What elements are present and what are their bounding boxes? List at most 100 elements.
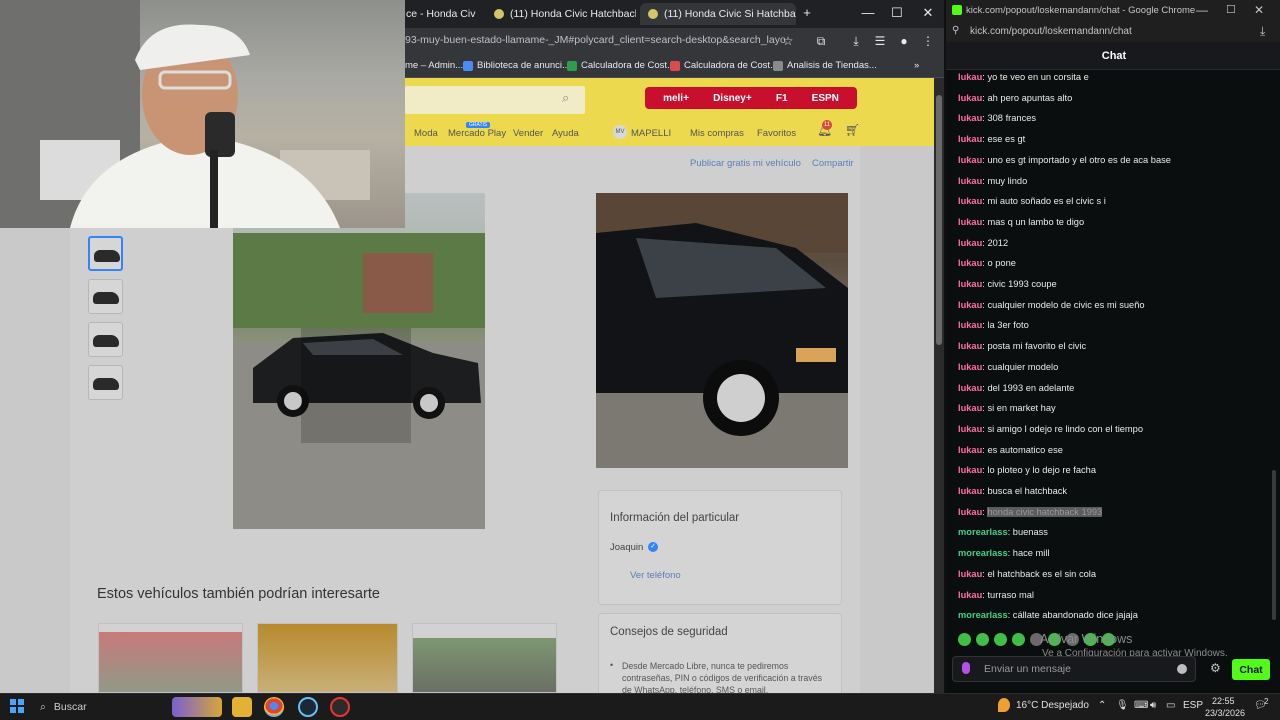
file-explorer-icon[interactable]	[232, 697, 252, 717]
emoji-picker-icon[interactable]	[1177, 664, 1187, 674]
chevron-up-icon[interactable]: ⌃	[1098, 700, 1106, 711]
bookmark-1[interactable]: me – Admin...	[405, 60, 463, 71]
tab-2[interactable]: (11) Honda Civic Hatchback 19 ✕	[486, 3, 636, 25]
chat-username[interactable]: lukau	[958, 507, 982, 517]
chat-username[interactable]: lukau	[958, 93, 982, 103]
chat-username[interactable]: lukau	[958, 279, 982, 289]
similar-card-2[interactable]	[257, 623, 398, 693]
gallery-thumb-2[interactable]	[88, 279, 123, 314]
bookmark-4[interactable]: Calculadora de Cost...	[670, 60, 778, 71]
microphone-icon[interactable]	[962, 662, 970, 674]
maximize-icon[interactable]: ☐	[887, 5, 907, 21]
chat-username[interactable]: lukau	[958, 341, 982, 351]
obs-icon[interactable]	[330, 697, 350, 717]
side-car-photo[interactable]	[596, 193, 848, 468]
chat-username[interactable]: lukau	[958, 569, 982, 579]
chat-minimize-icon[interactable]: —	[1196, 3, 1208, 17]
emote-icon[interactable]	[1012, 633, 1025, 646]
new-tab-icon[interactable]: +	[797, 5, 817, 20]
similar-card-1[interactable]	[98, 623, 243, 693]
chat-download-icon[interactable]: ⤓	[1260, 24, 1265, 39]
gear-icon[interactable]: ⚙	[1210, 661, 1221, 675]
page-scrollbar-thumb[interactable]	[936, 95, 942, 345]
volume-icon[interactable]: 🔊︎	[1150, 700, 1156, 711]
chat-username[interactable]: lukau	[958, 590, 982, 600]
clock-time[interactable]: 22:55	[1212, 696, 1235, 706]
mis-compras-link[interactable]: Mis compras	[690, 128, 744, 139]
nav-moda[interactable]: Moda	[414, 128, 438, 139]
chat-username[interactable]: lukau	[958, 445, 982, 455]
url-field[interactable]: 93-muy-buen-estado-llamame-_JM#polycard_…	[405, 34, 785, 50]
menu-kebab-icon[interactable]: ⋮	[920, 34, 936, 48]
emote-icon[interactable]	[976, 633, 989, 646]
chat-username[interactable]: lukau	[958, 486, 982, 496]
chat-username[interactable]: lukau	[958, 176, 982, 186]
main-car-photo[interactable]	[233, 193, 485, 529]
weather-icon[interactable]	[998, 698, 1010, 712]
chat-username[interactable]: morearlass	[958, 610, 1008, 620]
chat-username[interactable]: lukau	[958, 403, 982, 413]
network-icon[interactable]: ⌨	[1134, 700, 1148, 711]
mic-tray-icon[interactable]: 🎙︎	[1116, 700, 1129, 711]
chat-username[interactable]: lukau	[958, 72, 982, 82]
chat-username[interactable]: lukau	[958, 238, 982, 248]
extensions-icon[interactable]: ⧉	[813, 34, 829, 49]
search-input[interactable]	[405, 86, 585, 114]
ver-telefono-link[interactable]: Ver teléfono	[630, 570, 681, 581]
language-indicator[interactable]: ESP	[1183, 700, 1203, 711]
site-settings-icon[interactable]: ⚲	[952, 25, 959, 36]
download-icon[interactable]: ⤓	[848, 34, 864, 49]
battery-icon[interactable]: ▭	[1166, 700, 1175, 711]
chat-username[interactable]: lukau	[958, 196, 982, 206]
chat-username[interactable]: lukau	[958, 465, 982, 475]
tab-3-active[interactable]: (11) Honda Civic Si Hatchback ✕	[640, 3, 796, 25]
search-highlight-icon[interactable]	[172, 697, 222, 717]
promo-banner[interactable]: meli+ Disney+ F1 ESPN	[645, 87, 857, 109]
chat-username[interactable]: lukau	[958, 300, 982, 310]
close-window-icon[interactable]: ✕	[918, 5, 938, 21]
chat-message-input[interactable]	[984, 662, 1164, 676]
chat-username[interactable]: lukau	[958, 362, 982, 372]
bookmark-star-icon[interactable]: ☆	[780, 34, 796, 48]
bookmark-2[interactable]: Biblioteca de anunci...	[463, 60, 570, 71]
cart-icon[interactable]: 🛒︎	[845, 123, 860, 137]
similar-card-3[interactable]	[412, 623, 557, 693]
weather-text[interactable]: 16°C Despejado	[1016, 700, 1089, 711]
chat-username[interactable]: lukau	[958, 383, 982, 393]
user-menu[interactable]: MAPELLI	[631, 128, 671, 139]
chat-url[interactable]: kick.com/popout/loskemandann/chat	[970, 26, 1132, 37]
publicar-link[interactable]: Publicar gratis mi vehículo	[690, 158, 801, 169]
nav-ayuda[interactable]: Ayuda	[552, 128, 579, 139]
chat-username[interactable]: morearlass	[958, 527, 1008, 537]
bookmark-5[interactable]: Analisis de Tiendas...	[773, 60, 877, 71]
gallery-thumb-1[interactable]	[88, 236, 123, 271]
windows-start-icon[interactable]	[10, 699, 24, 713]
clock-date[interactable]: 23/3/2026	[1205, 708, 1245, 718]
minimize-icon[interactable]: —	[858, 5, 878, 20]
chat-username[interactable]: lukau	[958, 258, 982, 268]
nav-vender[interactable]: Vender	[513, 128, 543, 139]
chat-scrollbar[interactable]	[1272, 470, 1276, 620]
bookmark-3[interactable]: Calculadora de Cost...	[567, 60, 675, 71]
chat-username[interactable]: lukau	[958, 217, 982, 227]
emote-icon[interactable]	[958, 633, 971, 646]
profile-avatar-icon[interactable]: ●	[896, 34, 912, 48]
chat-username[interactable]: morearlass	[958, 548, 1008, 558]
chat-username[interactable]: lukau	[958, 134, 982, 144]
chat-maximize-icon[interactable]: ☐	[1226, 3, 1236, 16]
nav-mercado-play[interactable]: Mercado Play	[448, 128, 506, 139]
chat-username[interactable]: lukau	[958, 320, 982, 330]
chat-username[interactable]: lukau	[958, 424, 982, 434]
gallery-thumb-3[interactable]	[88, 322, 123, 357]
gallery-thumb-4[interactable]	[88, 365, 123, 400]
compartir-link[interactable]: Compartir	[812, 158, 854, 169]
steam-icon[interactable]	[298, 697, 318, 717]
chrome-icon[interactable]	[264, 697, 284, 717]
favoritos-link[interactable]: Favoritos	[757, 128, 796, 139]
chat-username[interactable]: lukau	[958, 113, 982, 123]
tab-1[interactable]: ce - Honda Civ	[398, 3, 486, 25]
chat-username[interactable]: lukau	[958, 155, 982, 165]
tab-search-icon[interactable]: ☰	[872, 34, 888, 48]
search-icon[interactable]: ⌕	[562, 90, 569, 106]
chat-close-icon[interactable]: ✕	[1254, 3, 1264, 17]
